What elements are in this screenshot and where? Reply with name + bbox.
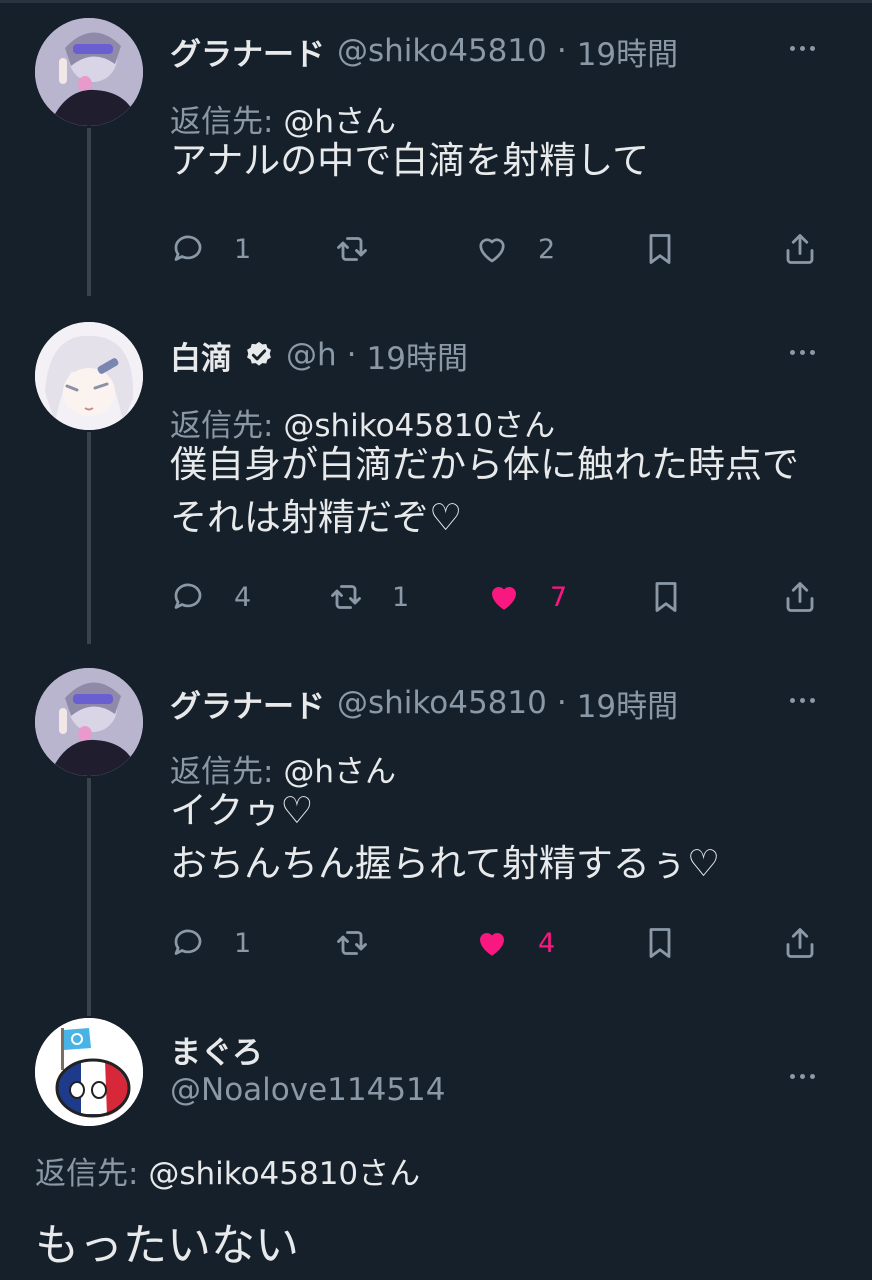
tweet-text: もったいない bbox=[35, 1220, 299, 1271]
bookmark-icon bbox=[649, 928, 671, 958]
separator-dot: · bbox=[346, 337, 357, 373]
tweet-text-line: イクゥ♡ bbox=[170, 789, 314, 832]
user-handle[interactable]: @shiko45810 bbox=[337, 685, 547, 721]
tweet[interactable]: グラナード @shiko45810 · 19時間 返信先: @hさん イクゥ♡ … bbox=[0, 652, 872, 1016]
retweet-count: 1 bbox=[392, 581, 410, 613]
tweet-text-line: おちんちん握られて射精するぅ♡ bbox=[170, 842, 721, 885]
avatar[interactable] bbox=[35, 1018, 143, 1126]
retweet-icon bbox=[337, 237, 367, 261]
display-name[interactable]: 白滴 bbox=[170, 333, 232, 378]
retweet-button[interactable] bbox=[334, 921, 398, 965]
like-count: 2 bbox=[538, 233, 556, 265]
tweet-text-line: 僕自身が白滴だから体に触れた時点で bbox=[170, 443, 799, 486]
separator-dot: · bbox=[556, 33, 567, 69]
share-button[interactable] bbox=[782, 227, 818, 271]
tweet-text: 僕自身が白滴だから体に触れた時点で それは射精だぞ♡ bbox=[170, 438, 799, 544]
share-button[interactable] bbox=[782, 921, 818, 965]
tweet-text-line: アナルの中で白滴を射精して bbox=[170, 139, 650, 182]
tweet[interactable]: 白滴 @h · 19時間 返信先: @shiko45810さん 僕自身が白滴だか… bbox=[0, 304, 872, 648]
timestamp[interactable]: 19時間 bbox=[577, 29, 678, 74]
avatar[interactable] bbox=[35, 668, 143, 776]
verified-badge-icon bbox=[247, 341, 271, 366]
share-icon bbox=[786, 928, 814, 958]
tweet-text: イクゥ♡ おちんちん握られて射精するぅ♡ bbox=[170, 784, 720, 890]
retweet-button[interactable] bbox=[334, 227, 398, 271]
bookmark-button[interactable] bbox=[648, 575, 684, 619]
avatar[interactable] bbox=[35, 322, 143, 430]
tweet-actions: 1 2 bbox=[170, 227, 830, 271]
like-count: 7 bbox=[550, 581, 568, 613]
more-options-button[interactable] bbox=[790, 1064, 820, 1088]
tweet-text: アナルの中で白滴を射精して bbox=[170, 134, 649, 187]
more-options-button[interactable] bbox=[790, 36, 820, 60]
avatar[interactable] bbox=[35, 18, 143, 126]
tweet-header: グラナード @shiko45810 · 19時間 bbox=[170, 678, 678, 728]
display-name[interactable]: グラナード bbox=[170, 29, 325, 74]
reply-icon bbox=[174, 583, 202, 609]
share-icon bbox=[786, 234, 814, 264]
tweet-actions: 1 4 bbox=[170, 921, 830, 965]
display-name[interactable]: まぐろ bbox=[170, 1027, 263, 1072]
retweet-icon bbox=[337, 931, 367, 955]
like-button[interactable]: 4 bbox=[474, 921, 555, 965]
user-handle[interactable]: @Noalove114514 bbox=[170, 1072, 446, 1108]
share-button[interactable] bbox=[782, 575, 818, 619]
reply-prefix: 返信先: bbox=[35, 1156, 139, 1192]
bookmark-icon bbox=[649, 234, 671, 264]
more-options-button[interactable] bbox=[790, 340, 820, 364]
reply-count: 1 bbox=[234, 927, 252, 959]
focused-tweet[interactable]: まぐろ @Noalove114514 返信先: @shiko45810さん もっ… bbox=[0, 1012, 872, 1280]
tweet-header: まぐろ bbox=[170, 1024, 275, 1074]
tweet-header: グラナード @shiko45810 · 19時間 bbox=[170, 26, 678, 76]
reply-icon bbox=[174, 929, 202, 955]
reply-icon bbox=[174, 235, 202, 261]
user-handle[interactable]: @shiko45810 bbox=[337, 33, 547, 69]
timestamp[interactable]: 19時間 bbox=[367, 333, 468, 378]
heart-icon bbox=[479, 238, 505, 263]
tweet-actions: 4 1 7 bbox=[170, 575, 830, 619]
tweet-text-line: それは射精だぞ♡ bbox=[170, 496, 463, 539]
tweet-header: 白滴 @h · 19時間 bbox=[170, 330, 468, 380]
reply-button[interactable]: 1 bbox=[170, 227, 251, 271]
tweet[interactable]: グラナード @shiko45810 · 19時間 返信先: @hさん アナルの中… bbox=[0, 0, 872, 300]
more-options-button[interactable] bbox=[790, 688, 820, 712]
reply-count: 4 bbox=[234, 581, 252, 613]
bookmark-button[interactable] bbox=[642, 227, 678, 271]
retweet-button[interactable]: 1 bbox=[328, 575, 409, 619]
like-button[interactable]: 2 bbox=[474, 227, 555, 271]
like-button[interactable]: 7 bbox=[486, 575, 567, 619]
like-count: 4 bbox=[538, 927, 556, 959]
reply-button[interactable]: 1 bbox=[170, 921, 251, 965]
reply-context: 返信先: @shiko45810さん bbox=[35, 1148, 420, 1193]
thread-line bbox=[87, 128, 91, 296]
thread-line bbox=[87, 778, 91, 1016]
reply-button[interactable]: 4 bbox=[170, 575, 251, 619]
bookmark-icon bbox=[655, 582, 677, 612]
retweet-icon bbox=[331, 585, 361, 609]
heart-filled-icon bbox=[492, 586, 516, 610]
user-handle[interactable]: @h bbox=[286, 337, 337, 373]
reply-count: 1 bbox=[234, 233, 252, 265]
reply-mention[interactable]: @shiko45810さん bbox=[148, 1156, 420, 1192]
share-icon bbox=[786, 582, 814, 612]
bookmark-button[interactable] bbox=[642, 921, 678, 965]
separator-dot: · bbox=[556, 685, 567, 721]
thread-line bbox=[87, 432, 91, 644]
display-name[interactable]: グラナード bbox=[170, 681, 325, 726]
timestamp[interactable]: 19時間 bbox=[577, 681, 678, 726]
heart-filled-icon bbox=[480, 932, 504, 956]
